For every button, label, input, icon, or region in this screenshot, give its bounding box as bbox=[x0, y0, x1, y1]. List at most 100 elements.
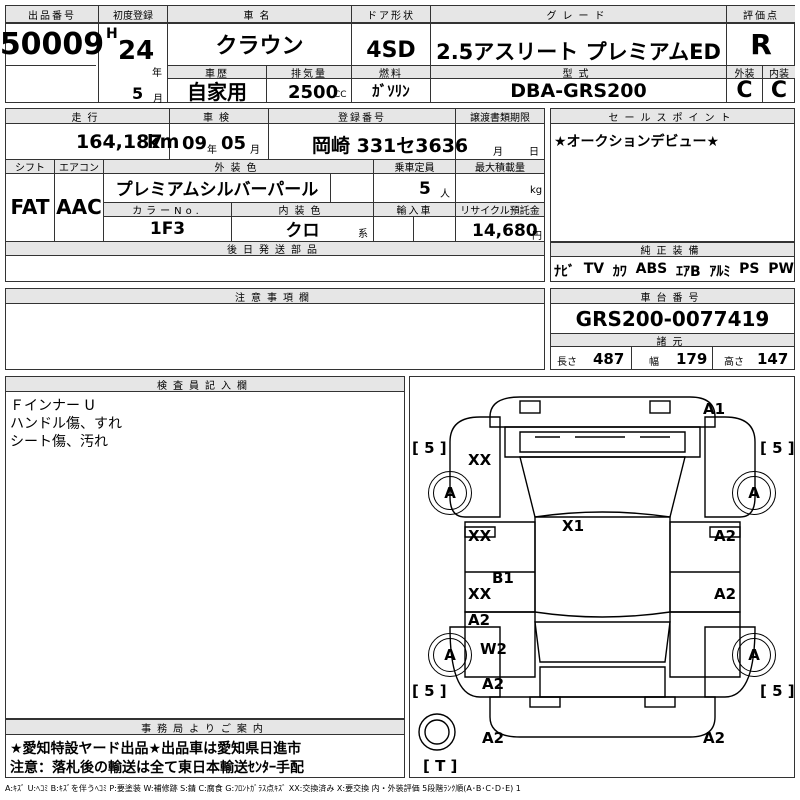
tread-depth: [ 5 ] bbox=[760, 439, 795, 457]
capacity: 5 bbox=[419, 179, 431, 199]
capacity-unit: 人 bbox=[440, 189, 450, 200]
inspector-line: シート傷、汚れ bbox=[10, 434, 108, 450]
color-no-label: カラーNo. bbox=[104, 203, 231, 217]
month-unit: 月 bbox=[153, 94, 163, 105]
model-code-label: 型式 bbox=[431, 66, 726, 80]
tread-depth: [ 5 ] bbox=[412, 439, 447, 457]
exterior-grade: C bbox=[736, 78, 753, 103]
model-code: DBA-GRS200 bbox=[510, 79, 647, 102]
equipment-item: ABS bbox=[635, 261, 668, 277]
exterior-label: 外装 bbox=[727, 66, 762, 80]
tire-rear-right: A bbox=[732, 633, 776, 677]
notes-box: 注意事項欄 bbox=[5, 288, 545, 370]
damage-mark: A1 bbox=[703, 400, 726, 418]
header-block: 出品番号 初度登録 車名 ドア形状 グレード 評価点 50009 H 24 年 … bbox=[0, 5, 795, 105]
transfer-day-unit: 日 bbox=[529, 147, 539, 158]
door-label: ドア形状 bbox=[352, 6, 430, 23]
tire-mark: A bbox=[433, 476, 467, 510]
damage-mark: X1 bbox=[562, 517, 585, 535]
max-load-label: 最大積載量 bbox=[456, 160, 544, 174]
equipment-item: TV bbox=[583, 261, 605, 277]
equipment-item: ｴｱB bbox=[675, 264, 701, 280]
reg-year: 24 bbox=[118, 36, 155, 66]
year-unit: 年 bbox=[152, 68, 162, 79]
equipment-item: PW bbox=[768, 261, 794, 277]
shift: FAT bbox=[10, 195, 50, 219]
car-name: クラウン bbox=[215, 34, 304, 59]
office-box: 事務局よりご案内 ★愛知特設ヤード出品★出品車は愛知県日進市 注意：落札後の輸送… bbox=[5, 719, 405, 778]
car-name-label: 車名 bbox=[168, 6, 351, 23]
length-label: 長さ bbox=[557, 357, 577, 368]
sales-point-label: セールスポイント bbox=[551, 109, 794, 124]
inspection-month-unit: 月 bbox=[250, 145, 260, 156]
int-color-unit: 系 bbox=[358, 229, 368, 240]
chassis-number: GRS200-0077419 bbox=[575, 307, 770, 331]
inspector-box: 検査員記入欄 Ｆインナー U ハンドル傷、すれ シート傷、汚れ bbox=[5, 376, 405, 719]
lot-number: 50009 bbox=[0, 26, 105, 62]
ext-color: プレミアムシルバーパール bbox=[115, 180, 319, 200]
damage-mark: A2 bbox=[714, 585, 737, 603]
sales-point-box: セールスポイント ★オークションデビュー★ bbox=[550, 108, 795, 242]
tire-mark: A bbox=[433, 638, 467, 672]
car-outline bbox=[418, 396, 756, 751]
damage-mark: A2 bbox=[468, 611, 491, 629]
height-label: 高さ bbox=[724, 357, 744, 368]
equipment-item: ｱﾙﾐ bbox=[709, 264, 731, 280]
damage-mark: XX bbox=[468, 585, 492, 603]
recycle: 14,680 bbox=[472, 221, 538, 241]
tire-front-right: A bbox=[732, 471, 776, 515]
inspector-label: 検査員記入欄 bbox=[6, 377, 404, 392]
equipment-item: PS bbox=[739, 261, 760, 277]
int-color: クロ bbox=[285, 221, 320, 241]
tire-front-left: A bbox=[428, 471, 472, 515]
tire-rear-left: A bbox=[428, 633, 472, 677]
ext-color-label: 外装色 bbox=[104, 160, 373, 174]
score: R bbox=[750, 27, 772, 61]
plate-label: 登録番号 bbox=[269, 109, 455, 124]
displacement-label: 排気量 bbox=[267, 66, 351, 80]
chassis-box: 車台番号 GRS200-0077419 諸元 長さ 487 幅 179 高さ 1… bbox=[550, 288, 795, 370]
ac: AAC bbox=[56, 195, 102, 219]
first-reg-label: 初度登録 bbox=[99, 6, 167, 23]
length: 487 bbox=[593, 350, 625, 368]
equipment-list: ﾅﾋﾞ TV ｶﾜ ABS ｴｱB ｱﾙﾐ PS PW bbox=[554, 261, 794, 281]
chassis-label: 車台番号 bbox=[551, 289, 794, 304]
sales-point-text: ★オークションデビュー★ bbox=[554, 134, 720, 150]
int-color-label: 内装色 bbox=[232, 203, 373, 217]
damage-mark: A2 bbox=[482, 675, 505, 693]
interior-label: 内装 bbox=[763, 66, 795, 80]
damage-mark: A2 bbox=[482, 729, 505, 747]
import-label: 輸入車 bbox=[374, 203, 455, 217]
capacity-label: 乗車定員 bbox=[374, 160, 455, 174]
spare-tire-mark: [ T ] bbox=[423, 757, 458, 775]
score-label: 評価点 bbox=[727, 6, 795, 23]
fuel-label: 燃料 bbox=[352, 66, 430, 80]
inspector-line: ハンドル傷、すれ bbox=[10, 416, 122, 432]
inspection-year: 09 bbox=[182, 133, 208, 154]
equipment-item: ﾅﾋﾞ bbox=[554, 264, 575, 280]
max-load-unit: kg bbox=[530, 185, 543, 196]
lot-label: 出品番号 bbox=[6, 6, 98, 23]
displacement: 2500 bbox=[288, 82, 339, 103]
detail-block: 走行 車検 登録番号 譲渡書類期限 164,187 km 09 年 05 月 岡… bbox=[5, 108, 545, 282]
office-label: 事務局よりご案内 bbox=[6, 720, 404, 735]
history: 自家用 bbox=[187, 80, 247, 104]
fuel: ｶﾞｿﾘﾝ bbox=[372, 82, 410, 100]
shift-label: シフト bbox=[6, 160, 54, 174]
inspection-year-unit: 年 bbox=[207, 145, 217, 156]
office-line-1: ★愛知特設ヤード出品★出品車は愛知県日進市 bbox=[10, 741, 302, 757]
damage-mark: B1 bbox=[492, 569, 514, 587]
tread-depth: [ 5 ] bbox=[760, 682, 795, 700]
reg-month: 5 bbox=[132, 84, 144, 103]
displacement-unit: CC bbox=[334, 90, 347, 100]
damage-mark: A2 bbox=[703, 729, 726, 747]
width: 179 bbox=[676, 350, 708, 368]
recycle-unit: 円 bbox=[532, 231, 542, 242]
dims-label: 諸元 bbox=[551, 333, 794, 348]
damage-mark: A2 bbox=[714, 527, 737, 545]
inspection-label: 車検 bbox=[170, 109, 268, 124]
era: H bbox=[106, 26, 118, 42]
damage-mark: XX bbox=[468, 527, 492, 545]
transfer-label: 譲渡書類期限 bbox=[456, 109, 544, 124]
later-parts-label: 後日発送部品 bbox=[6, 242, 544, 256]
